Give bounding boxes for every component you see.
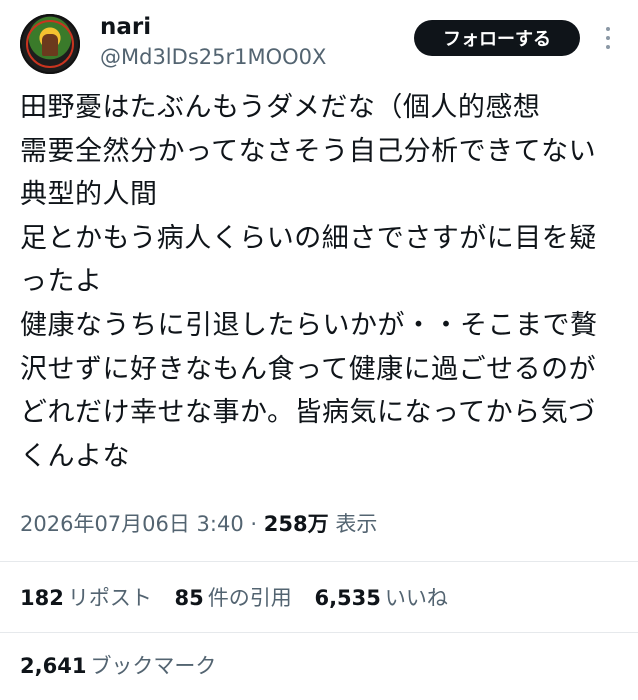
reposts-count: 182	[20, 586, 64, 610]
meta-separator: ·	[250, 512, 258, 536]
user-handle[interactable]: @Md3lDs25r1MOO0X	[100, 44, 326, 70]
bookmarks-label: ブックマーク	[90, 654, 217, 678]
engagement-stats: 182 リポスト 85 件の引用 6,535 いいね	[20, 584, 464, 612]
avatar-figure	[42, 34, 58, 56]
bookmarks-count: 2,641	[20, 654, 87, 678]
quotes-stat[interactable]: 85 件の引用	[175, 584, 292, 612]
quotes-count: 85	[174, 586, 204, 610]
divider	[0, 561, 638, 562]
more-vertical-icon[interactable]	[598, 24, 618, 52]
more-dot	[606, 36, 610, 40]
views-label: 表示	[335, 512, 378, 536]
likes-count: 6,535	[314, 586, 381, 610]
quotes-label: 件の引用	[207, 586, 292, 610]
bookmarks-stat[interactable]: 2,641 ブックマーク	[20, 652, 216, 680]
tweet-text: 田野憂はたぶんもうダメだな（個人的感想 需要全然分かってなさそう自己分析できてな…	[20, 92, 598, 472]
follow-button[interactable]: フォローする	[414, 20, 580, 56]
views-count: 258万	[263, 512, 329, 536]
reposts-stat[interactable]: 182 リポスト	[20, 584, 152, 612]
user-name[interactable]: nari	[100, 14, 151, 40]
tweet-meta: 2026年07月06日 3:40 · 258万 表示	[20, 510, 377, 538]
more-dot	[606, 27, 610, 31]
avatar[interactable]	[20, 14, 80, 74]
timestamp[interactable]: 2026年07月06日 3:40	[20, 512, 244, 536]
tweet-header: nari @Md3lDs25r1MOO0X フォローする	[0, 0, 638, 90]
more-dot	[606, 45, 610, 49]
divider	[0, 632, 638, 633]
reposts-label: リポスト	[67, 586, 152, 610]
bookmark-stats: 2,641 ブックマーク	[20, 652, 232, 680]
likes-label: いいね	[384, 586, 448, 610]
likes-stat[interactable]: 6,535 いいね	[314, 584, 447, 612]
